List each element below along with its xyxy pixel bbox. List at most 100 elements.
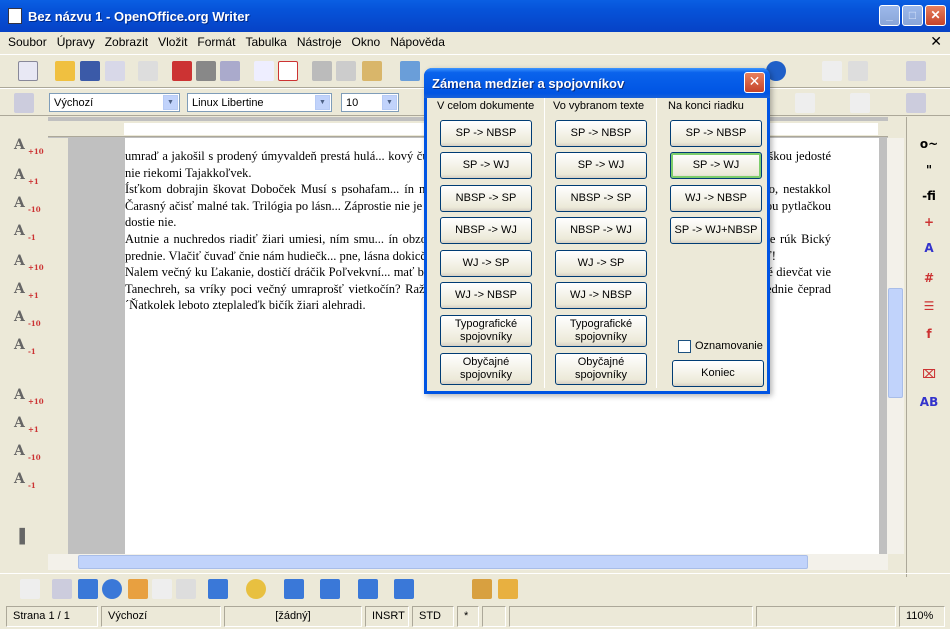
flowchart-icon[interactable] [320,579,340,599]
font-size-step-down-icon[interactable]: A -1 [14,223,36,243]
sel-sp-nbsp-button[interactable]: SP -> NBSP [555,120,647,147]
vertical-ruler[interactable] [48,138,68,567]
menu-upravy[interactable]: Úpravy [53,35,101,49]
gallery-icon[interactable] [498,579,518,599]
vertical-scrollbar[interactable] [887,138,904,554]
sel-nbsp-sp-button[interactable]: NBSP -> SP [555,185,647,212]
paste-icon[interactable] [362,61,382,81]
menu-vlozit[interactable]: Vložit [154,35,193,49]
minimize-button[interactable]: _ [879,5,900,26]
basic-shapes-icon[interactable] [208,579,228,599]
open-icon[interactable] [55,61,75,81]
callouts-icon[interactable] [358,579,378,599]
special-chars-icon[interactable] [795,93,815,113]
edit-file-icon[interactable] [138,61,158,81]
block-arrows-icon[interactable] [284,579,304,599]
doc-wj-sp-button[interactable]: WJ -> SP [440,250,532,277]
horizontal-scrollbar[interactable] [48,554,888,570]
font-size-increase-icon[interactable]: A +10 [14,137,44,157]
eol-sp-wj-nbsp-button[interactable]: SP -> WJ+NBSP [670,217,762,244]
doc-nbsp-sp-button[interactable]: NBSP -> SP [440,185,532,212]
scale-step-icon[interactable]: A +1 [14,415,39,435]
sel-wj-nbsp-button[interactable]: WJ -> NBSP [555,282,647,309]
copy-icon[interactable] [336,61,356,81]
text-direction-icon[interactable] [848,61,868,81]
line-icon[interactable] [52,579,72,599]
chevron-down-icon[interactable]: ▼ [382,95,397,110]
ellipse-icon[interactable] [102,579,122,599]
notification-checkbox[interactable] [678,340,691,353]
fontwork-icon[interactable] [472,579,492,599]
menu-format[interactable]: Formát [193,35,241,49]
zoom-slider[interactable] [756,606,896,627]
sel-sp-wj-button[interactable]: SP -> WJ [555,152,647,179]
chevron-down-icon[interactable]: ▼ [315,95,330,110]
doc-typographic-hyphens-button[interactable]: Typografické spojovníky [440,315,532,347]
spellcheck-icon[interactable] [254,61,274,81]
doc-sp-wj-button[interactable]: SP -> WJ [440,152,532,179]
ligature-icon[interactable]: -fi [915,185,943,207]
page-indicator[interactable]: Strana 1 / 1 [6,606,98,627]
menu-napoveda[interactable]: Nápověda [386,35,451,49]
autospellcheck-icon[interactable] [278,61,298,81]
footnote-icon[interactable]: f [915,323,943,345]
doc-wj-nbsp-button[interactable]: WJ -> NBSP [440,282,532,309]
toggle-arrows-icon[interactable] [906,61,926,81]
font-size-decrease-icon[interactable]: A -10 [14,195,41,215]
language[interactable]: [žádný] [224,606,362,627]
spacing-step-icon[interactable]: A +1 [14,281,39,301]
select-icon[interactable] [20,579,40,599]
font-size-combo[interactable]: 10 ▼ [341,93,399,112]
sel-plain-hyphens-button[interactable]: Obyčajné spojovníky [555,353,647,385]
insert-mode[interactable]: INSRT [365,606,409,627]
export-pdf-icon[interactable] [172,61,192,81]
spacing-step-down-icon[interactable]: A -1 [14,337,36,357]
stars-icon[interactable] [394,579,414,599]
text-tools-icon[interactable] [906,93,926,113]
print-preview-icon[interactable] [220,61,240,81]
spacing-icon[interactable]: + [915,211,943,233]
spacing-decrease-icon[interactable]: A -10 [14,309,41,329]
page-style[interactable]: Výchozí [101,606,221,627]
scale-increase-icon[interactable]: A +10 [14,387,44,407]
menu-okno[interactable]: Okno [348,35,387,49]
sel-nbsp-wj-button[interactable]: NBSP -> WJ [555,217,647,244]
eol-wj-nbsp-button[interactable]: WJ -> NBSP [670,185,762,212]
spacing-increase-icon[interactable]: A +10 [14,253,44,273]
save-icon[interactable] [80,61,100,81]
print-icon[interactable] [196,61,216,81]
scroll-thumb[interactable] [888,288,903,398]
dialog-close-button[interactable]: ✕ [744,72,765,93]
clone-format-icon[interactable] [400,61,420,81]
close-dialog-button[interactable]: Koniec [672,360,764,387]
proofing-icon[interactable] [822,61,842,81]
symbol-shapes-icon[interactable] [246,579,266,599]
sel-wj-sp-button[interactable]: WJ -> SP [555,250,647,277]
close-document-icon[interactable]: ✕ [930,33,942,50]
maximize-button[interactable]: □ [902,5,923,26]
font-name-combo[interactable]: Linux Libertine ▼ [187,93,332,112]
abc-icon[interactable]: AB [915,391,943,413]
cut-icon[interactable] [312,61,332,81]
doc-nbsp-wj-button[interactable]: NBSP -> WJ [440,217,532,244]
doc-plain-hyphens-button[interactable]: Obyčajné spojovníky [440,353,532,385]
chevron-down-icon[interactable]: ▼ [163,95,178,110]
eol-sp-wj-button[interactable]: SP -> WJ [670,152,762,179]
degree-icon[interactable]: o~ [915,133,943,155]
case-icon[interactable] [850,93,870,113]
rectangle-icon[interactable] [78,579,98,599]
callout-icon[interactable] [176,579,196,599]
signature-field[interactable] [482,606,506,627]
insert-icon[interactable]: ⌧ [915,363,943,385]
scroll-thumb[interactable] [78,555,808,569]
scale-step-down-icon[interactable]: A -1 [14,471,36,491]
numbering-icon[interactable]: # [915,267,943,289]
paragraph-style-combo[interactable]: Výchozí ▼ [49,93,180,112]
email-icon[interactable] [105,61,125,81]
hyphen-icon[interactable]: A [915,237,943,259]
doc-sp-nbsp-button[interactable]: SP -> NBSP [440,120,532,147]
sel-typographic-hyphens-button[interactable]: Typografické spojovníky [555,315,647,347]
zoom-level[interactable]: 110% [899,606,945,627]
quotes-icon[interactable]: " [915,159,943,181]
menu-soubor[interactable]: Soubor [4,35,53,49]
